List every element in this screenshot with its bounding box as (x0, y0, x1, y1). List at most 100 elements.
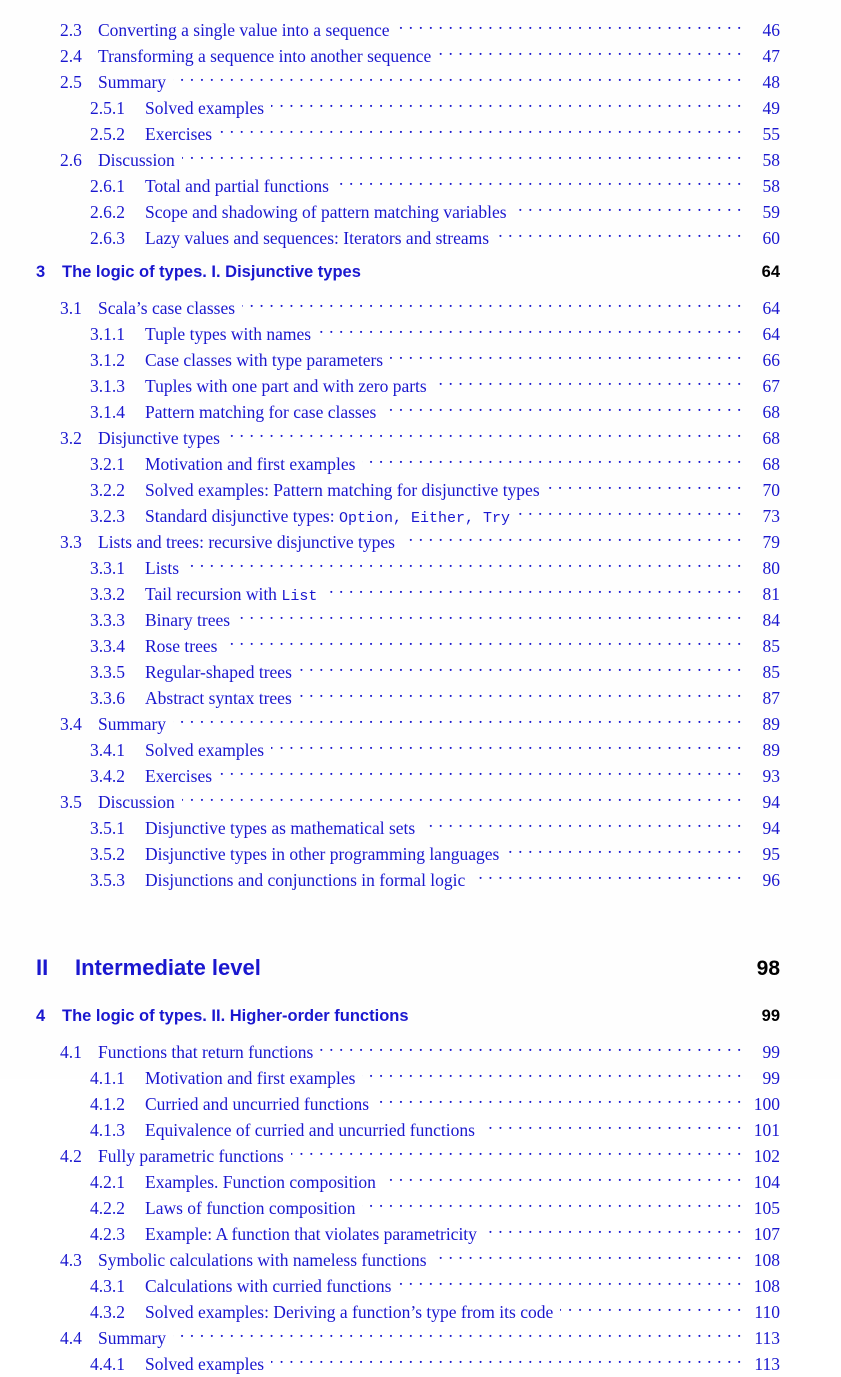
toc-page-number: 58 (762, 176, 781, 196)
toc-section-title: Summary (98, 1328, 167, 1348)
toc-section-number: 2.5 (60, 72, 82, 92)
toc-subsection-number: 4.1.3 (90, 1120, 125, 1140)
toc-page-number: 47 (762, 46, 781, 66)
toc-subsection-title: Disjunctions and conjunctions in formal … (145, 870, 466, 890)
toc-page-number: 110 (754, 1302, 780, 1322)
toc-section-number: 2.3 (60, 20, 82, 40)
toc-subsection-number: 3.3.5 (90, 662, 125, 682)
toc-dot-leader (376, 1084, 742, 1110)
toc-chapter-heading[interactable]: 3 The logic of types. I. Disjunctive type… (0, 256, 841, 288)
toc-section-number: 2.4 (60, 46, 82, 66)
toc-page-number: 89 (762, 714, 781, 734)
toc-dot-leader (299, 652, 742, 678)
toc-chapter-page-number: 99 (761, 1007, 780, 1025)
toc-subsection-number: 3.2.3 (90, 506, 125, 526)
toc-page-number: 89 (762, 740, 781, 760)
toc-page-number: 48 (762, 72, 781, 92)
toc-subsection-number: 3.5.3 (90, 870, 125, 890)
toc-section-entry[interactable]: 2.3 Converting a single value into a sequ… (0, 10, 841, 40)
toc-dot-leader (173, 704, 742, 730)
toc-page-number: 100 (753, 1094, 780, 1114)
toc-subsection-title: Solved examples: Pattern matching for di… (145, 480, 540, 500)
toc-dot-leader (219, 756, 742, 782)
toc-page-number: 99 (762, 1042, 781, 1062)
toc-chapter-number: 3 (36, 263, 46, 281)
toc-page-number: 101 (753, 1120, 780, 1140)
toc-page-number: 85 (762, 636, 781, 656)
toc-subsection-number: 3.3.1 (90, 558, 125, 578)
toc-page-number: 59 (762, 202, 781, 222)
toc-dot-leader (362, 1058, 742, 1084)
toc-dot-leader (362, 444, 742, 470)
toc-dot-leader (299, 678, 742, 704)
toc-dot-leader (484, 1214, 742, 1240)
toc-page-number: 64 (762, 298, 781, 318)
toc-dot-leader (224, 626, 742, 652)
toc-page-number: 66 (762, 350, 781, 370)
toc-subsection-number: 3.5.2 (90, 844, 125, 864)
toc-subsection-number: 3.3.4 (90, 636, 125, 656)
toc-subsection-title: Laws of function composition (145, 1198, 356, 1218)
toc-subsection-title: Total and partial functions (145, 176, 329, 196)
toc-section-title: Functions that return functions (98, 1042, 314, 1062)
toc-subsection-title: Binary trees (145, 610, 231, 630)
toc-dot-leader (547, 470, 742, 496)
toc-dot-leader (219, 114, 742, 140)
toc-dot-leader (472, 860, 742, 886)
toc-page-number: 81 (762, 584, 781, 604)
toc-dot-leader (291, 1136, 742, 1162)
toc-dot-leader (324, 574, 742, 600)
toc-section-number: 3.4 (60, 714, 82, 734)
toc-page-number: 55 (762, 124, 781, 144)
toc-subsection-number: 4.3.2 (90, 1302, 125, 1322)
toc-page-number: 105 (753, 1198, 780, 1218)
toc-dot-leader (182, 782, 742, 808)
toc-page-number: 67 (762, 376, 781, 396)
toc-page-number: 79 (762, 532, 781, 552)
toc-part-title: Intermediate level (75, 955, 261, 980)
toc-subsection-number: 3.1.3 (90, 376, 125, 396)
toc-dot-leader (517, 496, 742, 522)
toc-subsection-number: 3.3.3 (90, 610, 125, 630)
toc-page-number: 84 (762, 610, 781, 630)
toc-subsection-number: 3.2.2 (90, 480, 125, 500)
toc-chapter-page-number: 64 (761, 263, 780, 281)
toc-dot-leader (182, 140, 742, 166)
toc-section-title: Discussion (98, 150, 175, 170)
toc-dot-leader (173, 62, 742, 88)
toc-subsection-number: 3.4.2 (90, 766, 125, 786)
toc-page-number: 87 (762, 688, 781, 708)
toc-part-heading[interactable]: II Intermediate level 98 (0, 948, 841, 988)
toc-dot-leader (506, 834, 742, 860)
toc-page-number: 113 (754, 1328, 780, 1348)
toc-section-entry[interactable]: 3.1 Scala’s case classes 64 (0, 288, 841, 318)
toc-section-number: 2.6 (60, 150, 82, 170)
toc-subsection-number: 3.2.1 (90, 454, 125, 474)
toc-subsection-number: 4.2.2 (90, 1198, 125, 1218)
toc-page-number: 68 (762, 402, 781, 422)
toc-page-number: 68 (762, 428, 781, 448)
toc-page-number: 58 (762, 150, 781, 170)
toc-subsection-number: 4.2.3 (90, 1224, 125, 1244)
toc-dot-leader (271, 88, 742, 114)
toc-section-number: 4.1 (60, 1042, 82, 1062)
toc-page-number: 113 (754, 1354, 780, 1374)
toc-dot-leader (318, 314, 742, 340)
toc-subsection-title: Scope and shadowing of pattern matching … (145, 202, 507, 222)
toc-page-number: 95 (762, 844, 781, 864)
toc-dot-leader (186, 548, 742, 574)
toc-section-entry[interactable]: 4.1 Functions that return functions 99 (0, 1032, 841, 1062)
toc-page-number: 85 (762, 662, 781, 682)
toc-subsection-number: 3.4.1 (90, 740, 125, 760)
toc-dot-leader (434, 366, 742, 392)
toc-dot-leader (383, 1162, 742, 1188)
toc-page-number: 94 (762, 818, 781, 838)
toc-subsection-number: 3.1.1 (90, 324, 125, 344)
toc-section-title: Symbolic calculations with nameless func… (98, 1250, 427, 1270)
toc-chapter-heading[interactable]: 4 The logic of types. II. Higher-order fu… (0, 1000, 841, 1032)
toc-dot-leader (271, 730, 742, 756)
toc-dot-leader (402, 522, 742, 548)
toc-dot-leader (397, 10, 742, 36)
toc-dot-leader (242, 288, 742, 314)
toc-subsection-title: Calculations with curried functions (145, 1276, 392, 1296)
